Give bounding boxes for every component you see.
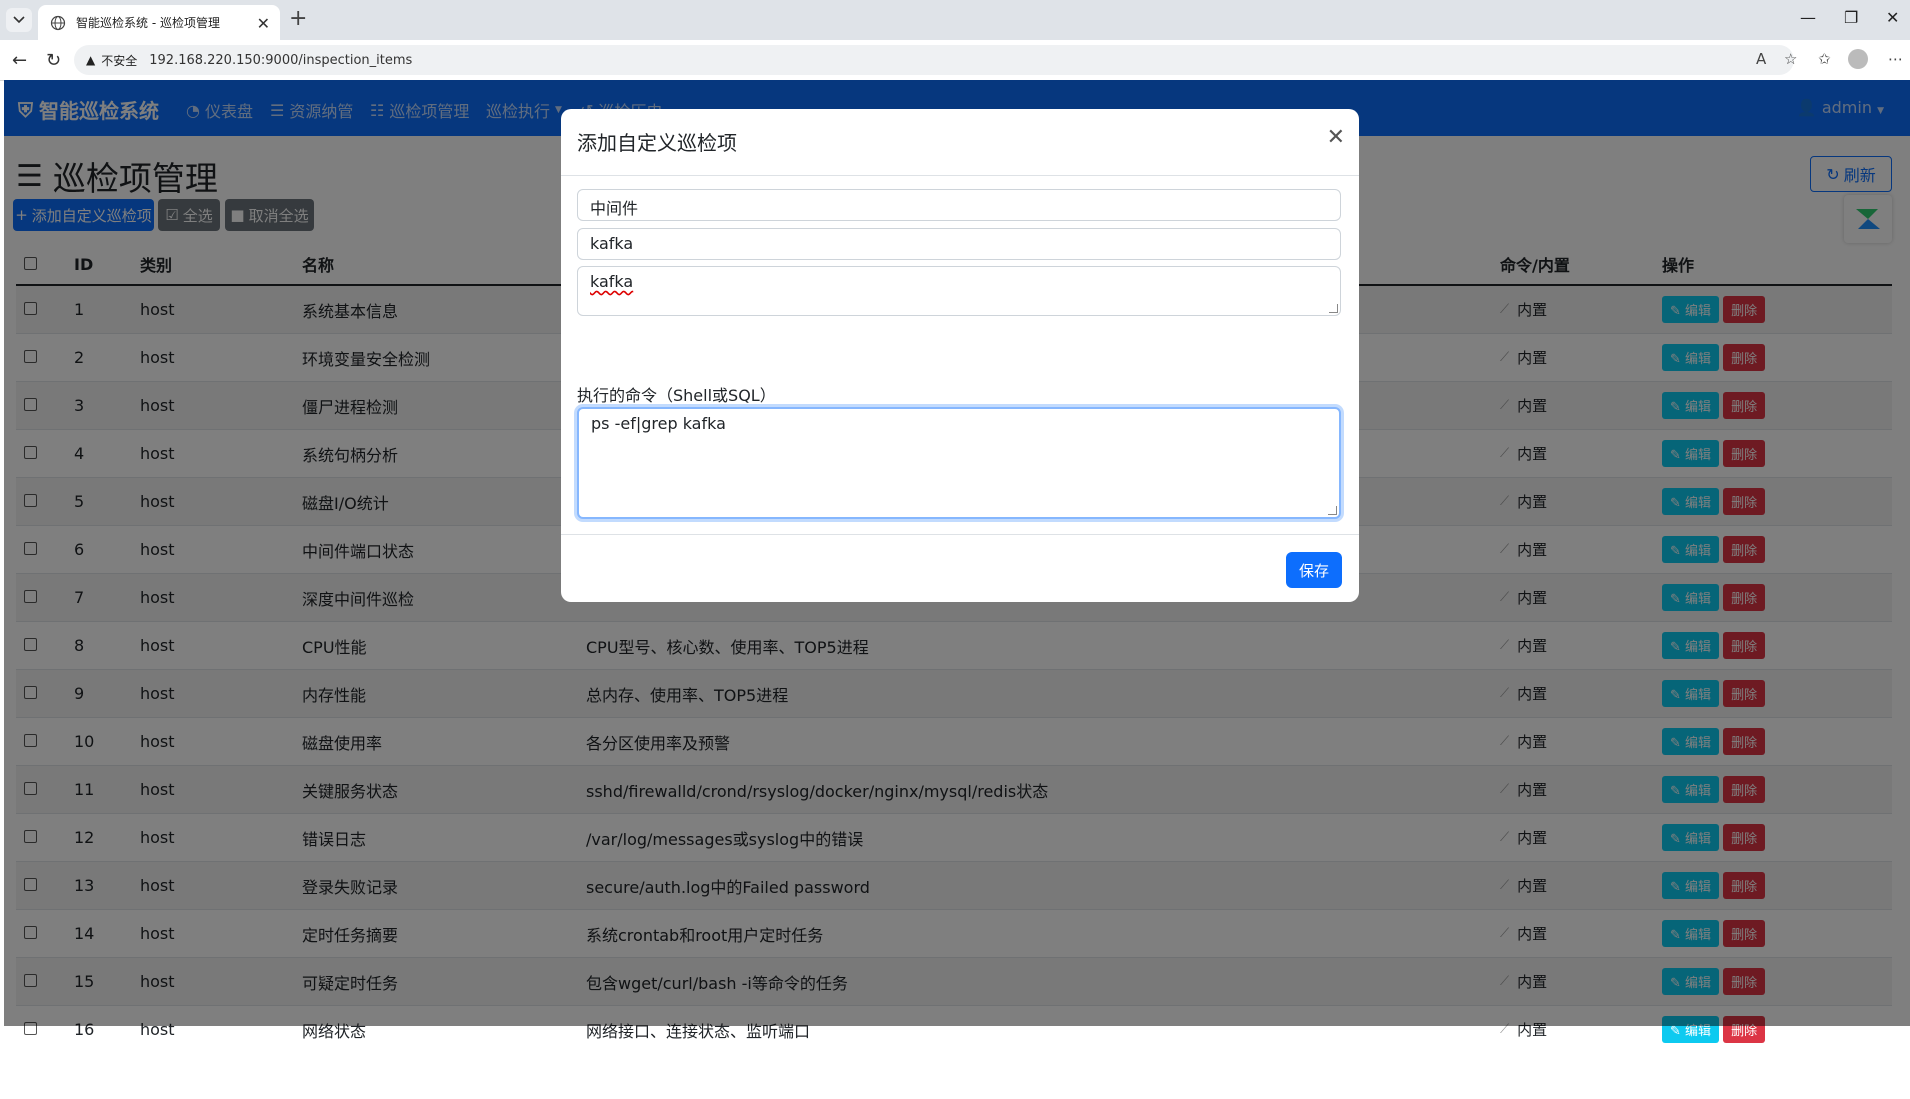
command-value: ps -ef|grep kafka: [591, 414, 726, 433]
window-close-icon[interactable]: ✕: [1886, 8, 1899, 27]
close-icon[interactable]: ✕: [1327, 125, 1345, 150]
close-tab-icon[interactable]: ✕: [257, 14, 270, 33]
category-input[interactable]: 中间件: [577, 189, 1341, 221]
tab-list-button[interactable]: [6, 8, 32, 32]
more-menu-icon[interactable]: ⋯: [1888, 50, 1903, 68]
browser-tab[interactable]: 智能巡检系统 - 巡检项管理 ✕: [38, 5, 280, 40]
command-textarea[interactable]: ps -ef|grep kafka: [577, 407, 1341, 519]
name-input[interactable]: kafka: [577, 228, 1341, 260]
category-value: 中间件: [590, 199, 639, 218]
description-textarea[interactable]: kafka: [577, 266, 1341, 316]
name-value: kafka: [590, 234, 634, 253]
save-button[interactable]: 保存: [1286, 552, 1342, 588]
url-text: 192.168.220.150:9000/inspection_items: [149, 52, 413, 68]
new-tab-icon[interactable]: +: [289, 6, 307, 31]
resize-handle[interactable]: [1328, 506, 1337, 515]
command-label: 执行的命令（Shell或SQL）: [577, 386, 776, 405]
modal-title: 添加自定义巡检项: [577, 131, 737, 155]
edit-label: 编辑: [1685, 1024, 1712, 1039]
app-window: ⛨ 智能巡检系统 ◔仪表盘 ☰资源纳管 ☷巡检项管理 巡检执行▼ ↺巡检历史 👤…: [4, 80, 1910, 1098]
restore-icon[interactable]: ❐: [1844, 8, 1858, 27]
warning-icon: ▲: [86, 53, 96, 67]
browser-tab-strip: 智能巡检系统 - 巡检项管理 ✕ + — ❐ ✕: [0, 0, 1910, 40]
favorite-star-icon[interactable]: ☆: [1784, 50, 1797, 68]
description-value: kafka: [590, 272, 634, 291]
address-bar-row: ← ↻ ▲ 不安全 192.168.220.150:9000/inspectio…: [0, 40, 1910, 81]
favorites-icon[interactable]: ✩: [1818, 50, 1831, 68]
modal-footer: [561, 534, 1359, 603]
add-item-modal: 添加自定义巡检项 ✕ 中间件 kafka kafka 执行的命令（Shell或S…: [561, 109, 1359, 602]
edit-icon: ✎: [1670, 1024, 1681, 1039]
reload-icon[interactable]: ↻: [46, 50, 61, 71]
resize-handle[interactable]: [1329, 304, 1338, 313]
globe-icon: [50, 15, 66, 30]
profile-avatar-icon[interactable]: [1848, 49, 1868, 69]
chevron-down-icon: [13, 16, 25, 24]
tab-title: 智能巡检系统 - 巡检项管理: [76, 16, 220, 30]
insecure-label: 不安全: [101, 53, 138, 68]
url-field[interactable]: ▲ 不安全 192.168.220.150:9000/inspection_it…: [74, 45, 1794, 75]
back-icon[interactable]: ←: [12, 50, 27, 71]
minimize-icon[interactable]: —: [1800, 8, 1816, 27]
modal-header: 添加自定义巡检项 ✕: [561, 109, 1359, 176]
watermark: CSDN @我科绝伦（Huanhuan Zhou）: [1286, 1058, 1905, 1098]
read-aloud-icon[interactable]: A: [1756, 50, 1766, 68]
